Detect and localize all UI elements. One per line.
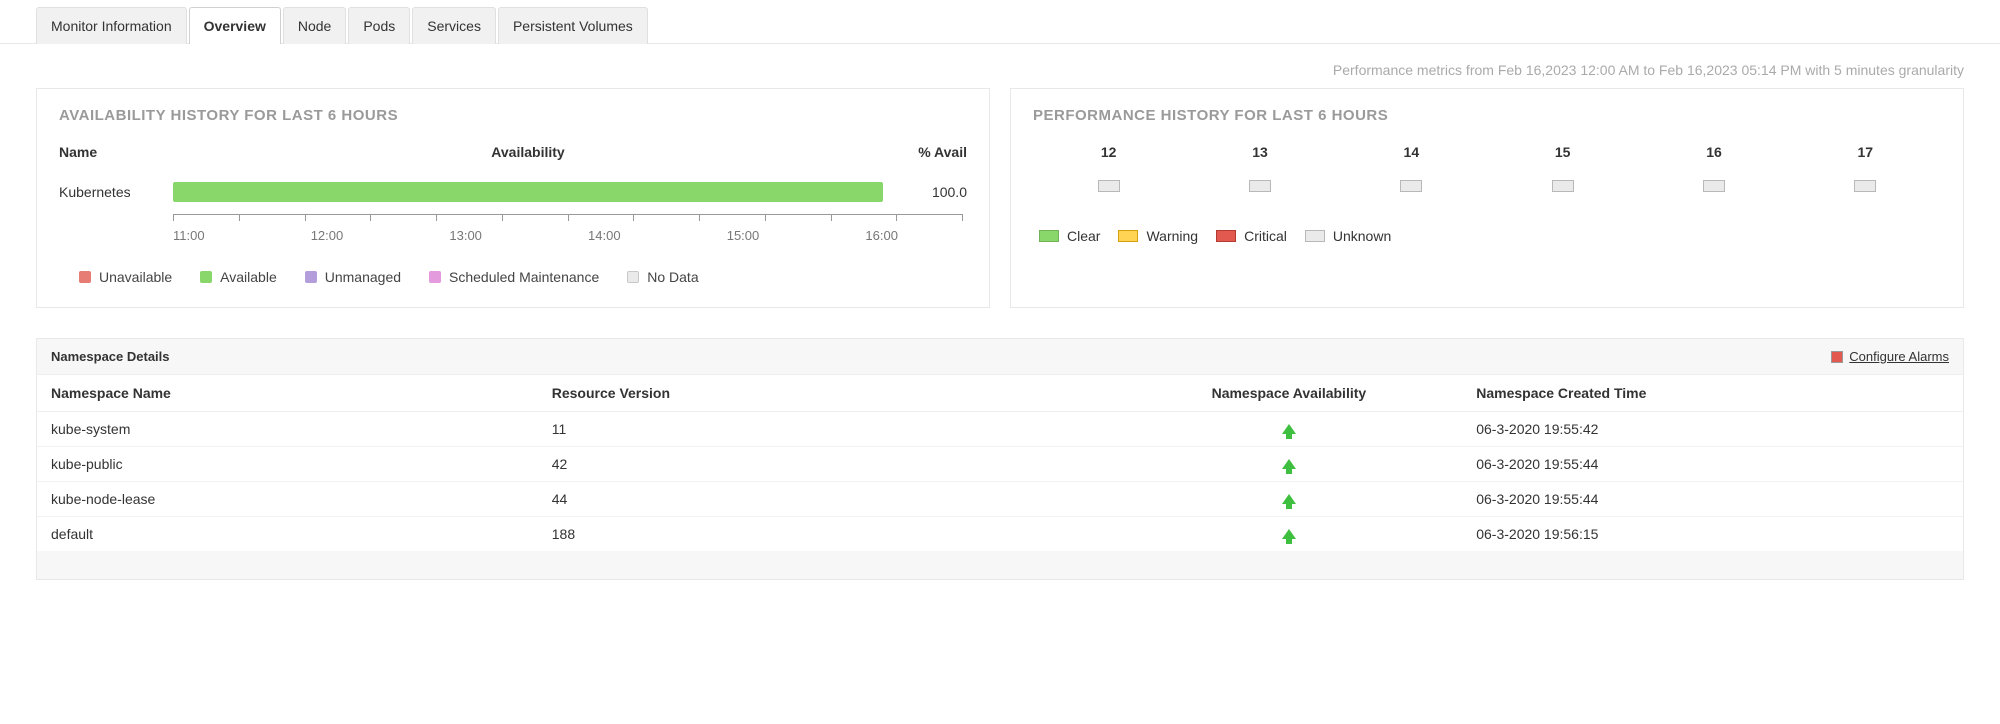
cell-namespace-availability — [1116, 482, 1463, 517]
perf-cell[interactable] — [1400, 180, 1422, 192]
cell-namespace-availability — [1116, 412, 1463, 447]
alarm-icon — [1831, 351, 1843, 363]
perf-hour: 15 — [1487, 144, 1638, 160]
configure-alarms-label: Configure Alarms — [1849, 349, 1949, 364]
tab-bar: Monitor Information Overview Node Pods S… — [0, 0, 2000, 44]
perf-cell[interactable] — [1703, 180, 1725, 192]
cell-namespace-created: 06-3-2020 19:55:42 — [1462, 412, 1963, 447]
legend-label: Unmanaged — [325, 269, 401, 285]
col-availability: Availability — [169, 144, 887, 160]
table-row[interactable]: kube-node-lease44 06-3-2020 19:55:44 — [37, 482, 1963, 517]
perf-hour: 17 — [1790, 144, 1941, 160]
availability-row-kubernetes: Kubernetes 100.0 — [59, 176, 967, 208]
availability-title: AVAILABILITY HISTORY FOR LAST 6 HOURS — [59, 107, 967, 124]
col-name: Name — [59, 144, 169, 160]
legend-label: Available — [220, 269, 277, 285]
legend-swatch-nodata — [627, 271, 639, 283]
legend-label: No Data — [647, 269, 698, 285]
cell-namespace-created: 06-3-2020 19:55:44 — [1462, 482, 1963, 517]
configure-alarms-link[interactable]: Configure Alarms — [1831, 349, 1949, 364]
tick-label: 15:00 — [727, 228, 760, 243]
col-namespace-created[interactable]: Namespace Created Time — [1462, 375, 1963, 412]
up-arrow-icon — [1282, 529, 1296, 539]
legend-label: Clear — [1067, 228, 1100, 244]
availability-row-pct: 100.0 — [887, 184, 967, 200]
legend-swatch-maintenance — [429, 271, 441, 283]
performance-legend: Clear Warning Critical Unknown — [1033, 228, 1941, 244]
performance-title: PERFORMANCE HISTORY FOR LAST 6 HOURS — [1033, 107, 1941, 124]
legend-swatch-unmanaged — [305, 271, 317, 283]
perf-cell[interactable] — [1854, 180, 1876, 192]
tick-label: 14:00 — [588, 228, 621, 243]
legend-label: Unknown — [1333, 228, 1391, 244]
cell-namespace-availability — [1116, 447, 1463, 482]
legend-swatch-warning — [1118, 230, 1138, 242]
col-resource-version[interactable]: Resource Version — [538, 375, 1116, 412]
availability-row-name: Kubernetes — [59, 184, 169, 200]
perf-hour: 13 — [1184, 144, 1335, 160]
tab-overview[interactable]: Overview — [189, 7, 281, 44]
up-arrow-icon — [1282, 424, 1296, 434]
availability-axis: 11:00 12:00 13:00 14:00 15:00 16:00 — [173, 214, 963, 243]
perf-hour: 12 — [1033, 144, 1184, 160]
up-arrow-icon — [1282, 494, 1296, 504]
perf-cell[interactable] — [1098, 180, 1120, 192]
availability-header-row: Name Availability % Avail — [59, 144, 967, 176]
table-row[interactable]: kube-system11 06-3-2020 19:55:42 — [37, 412, 1963, 447]
perf-cell[interactable] — [1552, 180, 1574, 192]
metrics-range-text: Performance metrics from Feb 16,2023 12:… — [0, 44, 2000, 88]
legend-swatch-clear — [1039, 230, 1059, 242]
col-namespace-name[interactable]: Namespace Name — [37, 375, 538, 412]
namespace-footer — [37, 551, 1963, 579]
tick-label: 16:00 — [865, 228, 898, 243]
tab-persistent-volumes[interactable]: Persistent Volumes — [498, 7, 648, 44]
availability-bar[interactable] — [173, 182, 883, 202]
tick-label: 12:00 — [311, 228, 344, 243]
tab-pods[interactable]: Pods — [348, 7, 410, 44]
col-pct-avail: % Avail — [887, 144, 967, 160]
performance-panel: PERFORMANCE HISTORY FOR LAST 6 HOURS 12 … — [1010, 88, 1964, 308]
cell-namespace-created: 06-3-2020 19:55:44 — [1462, 447, 1963, 482]
table-row[interactable]: kube-public42 06-3-2020 19:55:44 — [37, 447, 1963, 482]
cell-namespace-name: default — [37, 517, 538, 552]
cell-namespace-name: kube-system — [37, 412, 538, 447]
namespace-table: Namespace Name Resource Version Namespac… — [37, 375, 1963, 551]
tick-label: 13:00 — [449, 228, 482, 243]
namespace-title: Namespace Details — [51, 349, 170, 364]
tab-services[interactable]: Services — [412, 7, 496, 44]
cell-resource-version: 11 — [538, 412, 1116, 447]
tab-node[interactable]: Node — [283, 7, 346, 44]
cell-resource-version: 44 — [538, 482, 1116, 517]
performance-grid: 12 13 14 15 16 17 — [1033, 144, 1941, 192]
tick-label: 11:00 — [173, 228, 205, 243]
namespace-section: Namespace Details Configure Alarms Names… — [36, 338, 1964, 580]
cell-namespace-name: kube-public — [37, 447, 538, 482]
legend-swatch-unknown — [1305, 230, 1325, 242]
col-namespace-availability[interactable]: Namespace Availability — [1116, 375, 1463, 412]
availability-legend: Unavailable Available Unmanaged Schedule… — [59, 269, 967, 285]
legend-swatch-unavailable — [79, 271, 91, 283]
up-arrow-icon — [1282, 459, 1296, 469]
cell-resource-version: 188 — [538, 517, 1116, 552]
cell-namespace-created: 06-3-2020 19:56:15 — [1462, 517, 1963, 552]
cell-namespace-availability — [1116, 517, 1463, 552]
cell-resource-version: 42 — [538, 447, 1116, 482]
legend-swatch-critical — [1216, 230, 1236, 242]
perf-cell[interactable] — [1249, 180, 1271, 192]
legend-label: Warning — [1146, 228, 1198, 244]
availability-panel: AVAILABILITY HISTORY FOR LAST 6 HOURS Na… — [36, 88, 990, 308]
legend-label: Scheduled Maintenance — [449, 269, 599, 285]
perf-hour: 14 — [1336, 144, 1487, 160]
perf-hour: 16 — [1638, 144, 1789, 160]
cell-namespace-name: kube-node-lease — [37, 482, 538, 517]
legend-swatch-available — [200, 271, 212, 283]
tab-monitor-information[interactable]: Monitor Information — [36, 7, 187, 44]
legend-label: Critical — [1244, 228, 1287, 244]
legend-label: Unavailable — [99, 269, 172, 285]
table-row[interactable]: default188 06-3-2020 19:56:15 — [37, 517, 1963, 552]
